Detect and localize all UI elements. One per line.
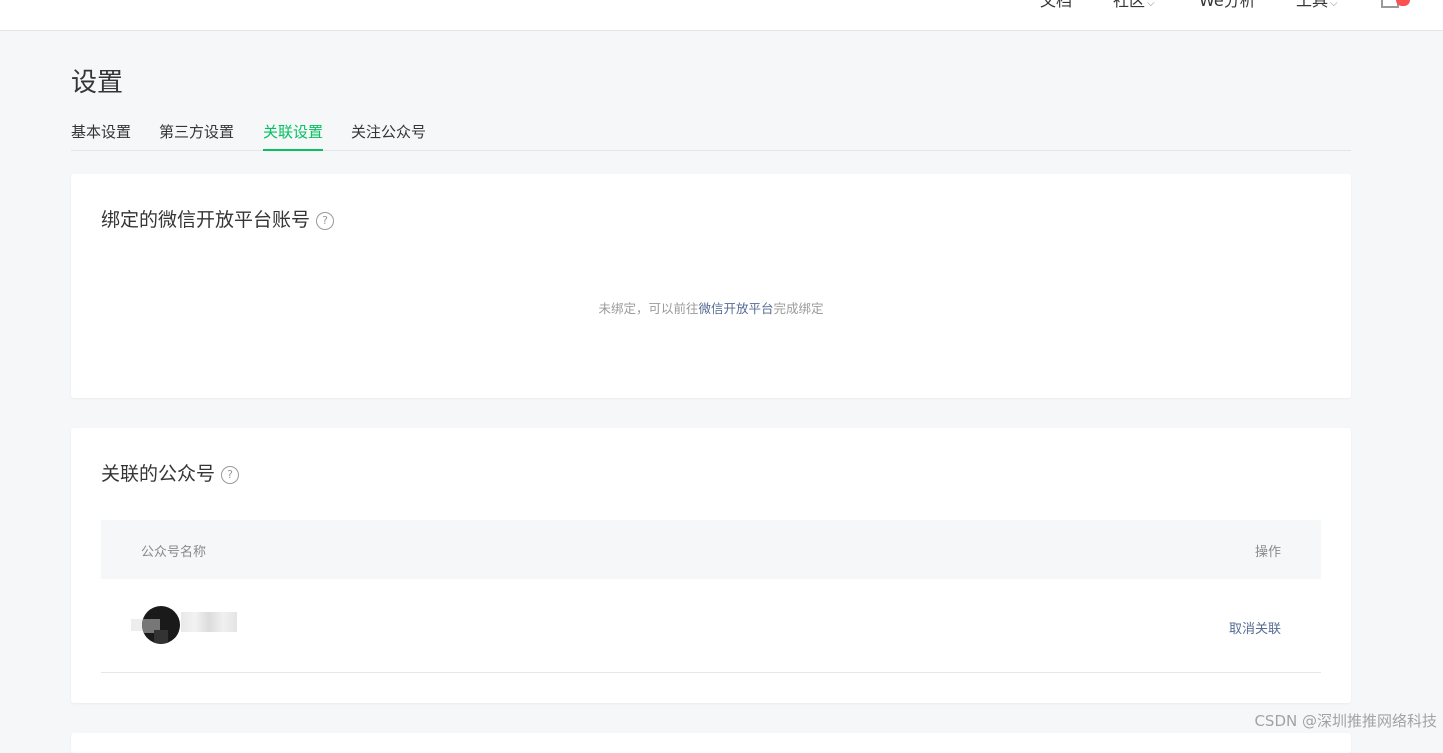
settings-tabs: 基本设置 第三方设置 关联设置 关注公众号 xyxy=(71,120,1351,151)
notification-badge xyxy=(1396,0,1410,6)
question-circle-icon[interactable]: ? xyxy=(221,465,240,484)
watermark: CSDN @深圳推推网络科技 xyxy=(1254,712,1437,730)
tab-follow-official-account[interactable]: 关注公众号 xyxy=(351,120,426,149)
open-platform-link[interactable]: 微信开放平台 xyxy=(698,301,773,316)
avatar-pixel xyxy=(154,630,168,644)
tab-basic-settings[interactable]: 基本设置 xyxy=(71,120,131,149)
nav-community[interactable]: 社区 ⌵ xyxy=(1113,0,1155,14)
nav-docs-label: 文档 xyxy=(1040,0,1073,10)
top-navbar: 文档 社区 ⌵ We分析 工具 ⌵ xyxy=(0,0,1443,31)
page-title: 设置 xyxy=(71,68,124,98)
question-circle-icon[interactable]: ? xyxy=(316,211,335,230)
tab-third-party-settings[interactable]: 第三方设置 xyxy=(159,120,234,149)
column-header-action: 操作 xyxy=(1254,545,1281,560)
linked-accounts-card: 关联的公众号? 公众号名称 操作 取消关联 xyxy=(71,428,1351,703)
open-platform-title-text: 绑定的微信开放平台账号 xyxy=(101,209,311,231)
chevron-down-icon: ⌵ xyxy=(1330,0,1338,9)
nav-we-analysis-label: We分析 xyxy=(1199,0,1256,10)
table-header: 公众号名称 操作 xyxy=(101,520,1321,579)
open-platform-card: 绑定的微信开放平台账号? 未绑定，可以前往微信开放平台完成绑定 xyxy=(71,174,1351,398)
unlink-button[interactable]: 取消关联 xyxy=(1229,618,1281,637)
blurred-account-name xyxy=(181,612,237,632)
nav-tools[interactable]: 工具 ⌵ xyxy=(1296,0,1338,14)
open-platform-title: 绑定的微信开放平台账号? xyxy=(101,207,335,233)
table-row: 取消关联 xyxy=(101,579,1321,673)
empty-state-message: 未绑定，可以前往微信开放平台完成绑定 xyxy=(71,298,1351,317)
nav-docs[interactable]: 文档 xyxy=(1040,0,1072,11)
tab-link-settings[interactable]: 关联设置 xyxy=(263,120,324,151)
empty-suffix: 完成绑定 xyxy=(773,301,824,316)
chevron-down-icon: ⌵ xyxy=(1147,0,1155,9)
next-card xyxy=(71,733,1351,753)
empty-prefix: 未绑定，可以前往 xyxy=(598,301,699,316)
nav-we-analysis[interactable]: We分析 xyxy=(1199,0,1256,11)
nav-community-label: 社区 xyxy=(1113,0,1146,10)
column-header-name: 公众号名称 xyxy=(141,545,207,560)
avatar xyxy=(142,606,180,644)
nav-tools-label: 工具 xyxy=(1296,0,1329,10)
linked-accounts-title: 关联的公众号? xyxy=(101,461,240,487)
linked-accounts-title-text: 关联的公众号 xyxy=(101,463,216,485)
